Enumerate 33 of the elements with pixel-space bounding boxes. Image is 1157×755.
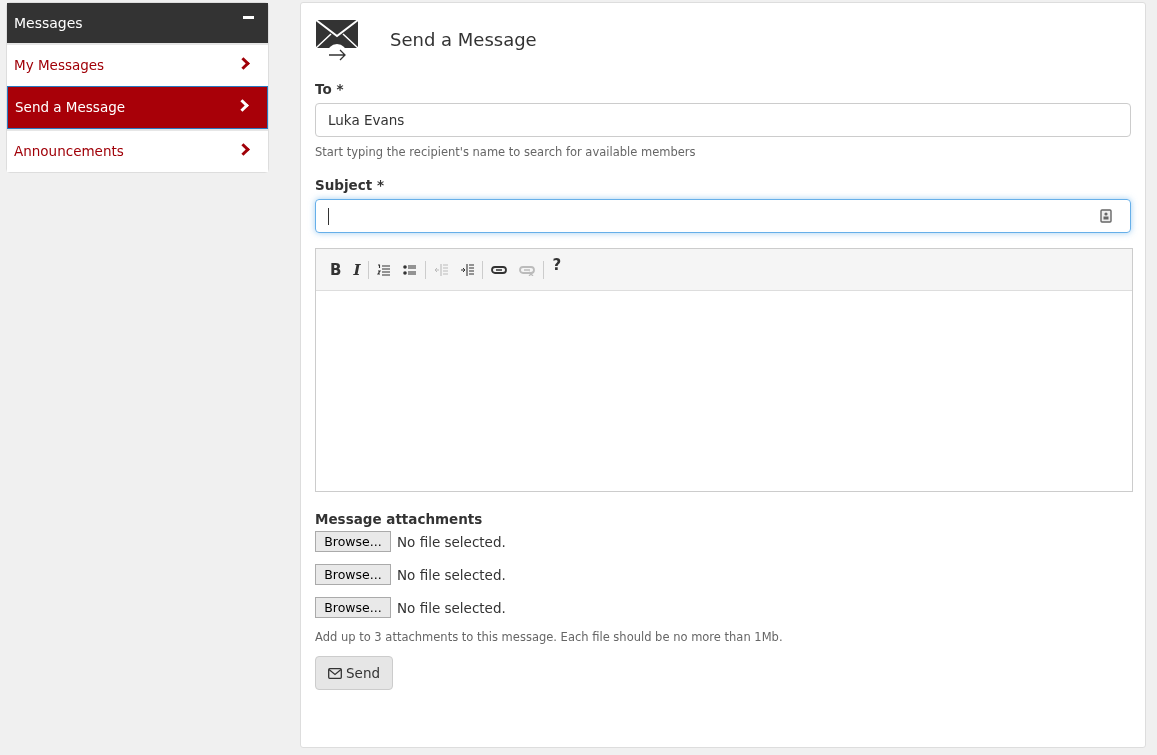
text-cursor [328,208,329,225]
envelope-icon [315,18,359,62]
numbered-list-icon [377,263,392,276]
bold-button[interactable]: B [326,258,346,281]
sidebar-title: Messages [14,15,83,31]
page-title: Send a Message [390,28,537,50]
contact-card-icon [1100,209,1112,223]
italic-button[interactable]: I [349,258,365,281]
field-label: To * [315,81,345,97]
collapse-icon[interactable] [243,15,254,19]
bullet-list-icon [403,263,418,276]
link-icon [491,263,508,276]
file-status: No file selected. [397,533,506,550]
sidebar-header[interactable]: Messages [7,3,268,43]
browse-button[interactable]: Browse... [315,564,391,585]
browse-button[interactable]: Browse... [315,597,391,618]
indent-icon [460,263,475,276]
outdent-icon [434,263,449,276]
help-button[interactable]: ? [548,253,566,276]
file-status: No file selected. [397,566,506,583]
sidebar-item[interactable]: Announcements [7,129,268,172]
field-label: Subject * [315,177,385,193]
send-button[interactable]: Send [315,656,393,690]
browse-button[interactable]: Browse... [315,531,391,552]
envelope-icon [328,667,342,679]
help-text: Start typing the recipient's name to search for available members [315,145,697,159]
help-text: Add up to 3 attachments to this message. Each file should be no more than 1Mb. [315,630,784,644]
subject-field[interactable] [315,199,1131,233]
recipient-field[interactable]: Luka Evans [315,103,1131,137]
section-label: Message attachments [315,511,484,527]
sidebar-item[interactable]: Send a Message [7,86,268,129]
file-status: No file selected. [397,599,506,616]
unlink-icon [519,263,536,276]
